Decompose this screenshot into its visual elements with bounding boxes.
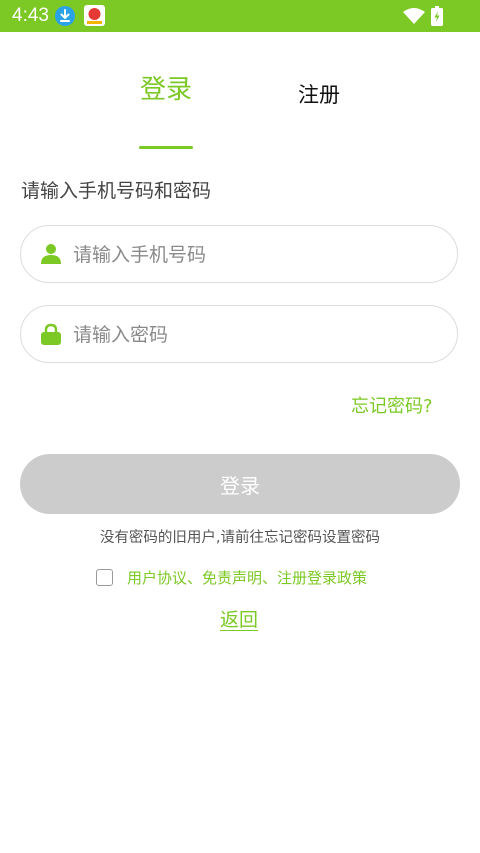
download-icon bbox=[55, 6, 75, 26]
password-field[interactable] bbox=[20, 305, 458, 363]
app-notification-icon bbox=[84, 5, 105, 26]
login-button[interactable]: 登录 bbox=[20, 454, 460, 514]
forgot-password-link[interactable]: 忘记密码? bbox=[351, 395, 433, 419]
tab-login[interactable]: 登录 bbox=[140, 75, 192, 105]
agreement-link[interactable]: 用户协议、免责声明、注册登录政策 bbox=[127, 567, 367, 589]
back-link[interactable]: 返回 bbox=[220, 607, 258, 633]
active-tab-indicator bbox=[139, 146, 193, 149]
phone-input[interactable] bbox=[71, 236, 445, 274]
form-prompt: 请输入手机号码和密码 bbox=[21, 180, 212, 202]
password-input[interactable] bbox=[71, 316, 445, 354]
battery-charging-icon bbox=[431, 6, 443, 26]
agreement-checkbox[interactable] bbox=[96, 569, 113, 586]
tab-register[interactable]: 注册 bbox=[298, 80, 340, 110]
user-icon bbox=[41, 244, 61, 264]
auth-tabs: 登录 注册 bbox=[0, 32, 480, 149]
lock-icon bbox=[41, 323, 61, 345]
wifi-icon bbox=[403, 8, 425, 24]
phone-field[interactable] bbox=[20, 225, 458, 283]
status-time: 4:43 bbox=[12, 5, 49, 26]
status-bar: 4:43 bbox=[0, 0, 480, 32]
old-user-hint: 没有密码的旧用户,请前往忘记密码设置密码 bbox=[99, 530, 381, 546]
